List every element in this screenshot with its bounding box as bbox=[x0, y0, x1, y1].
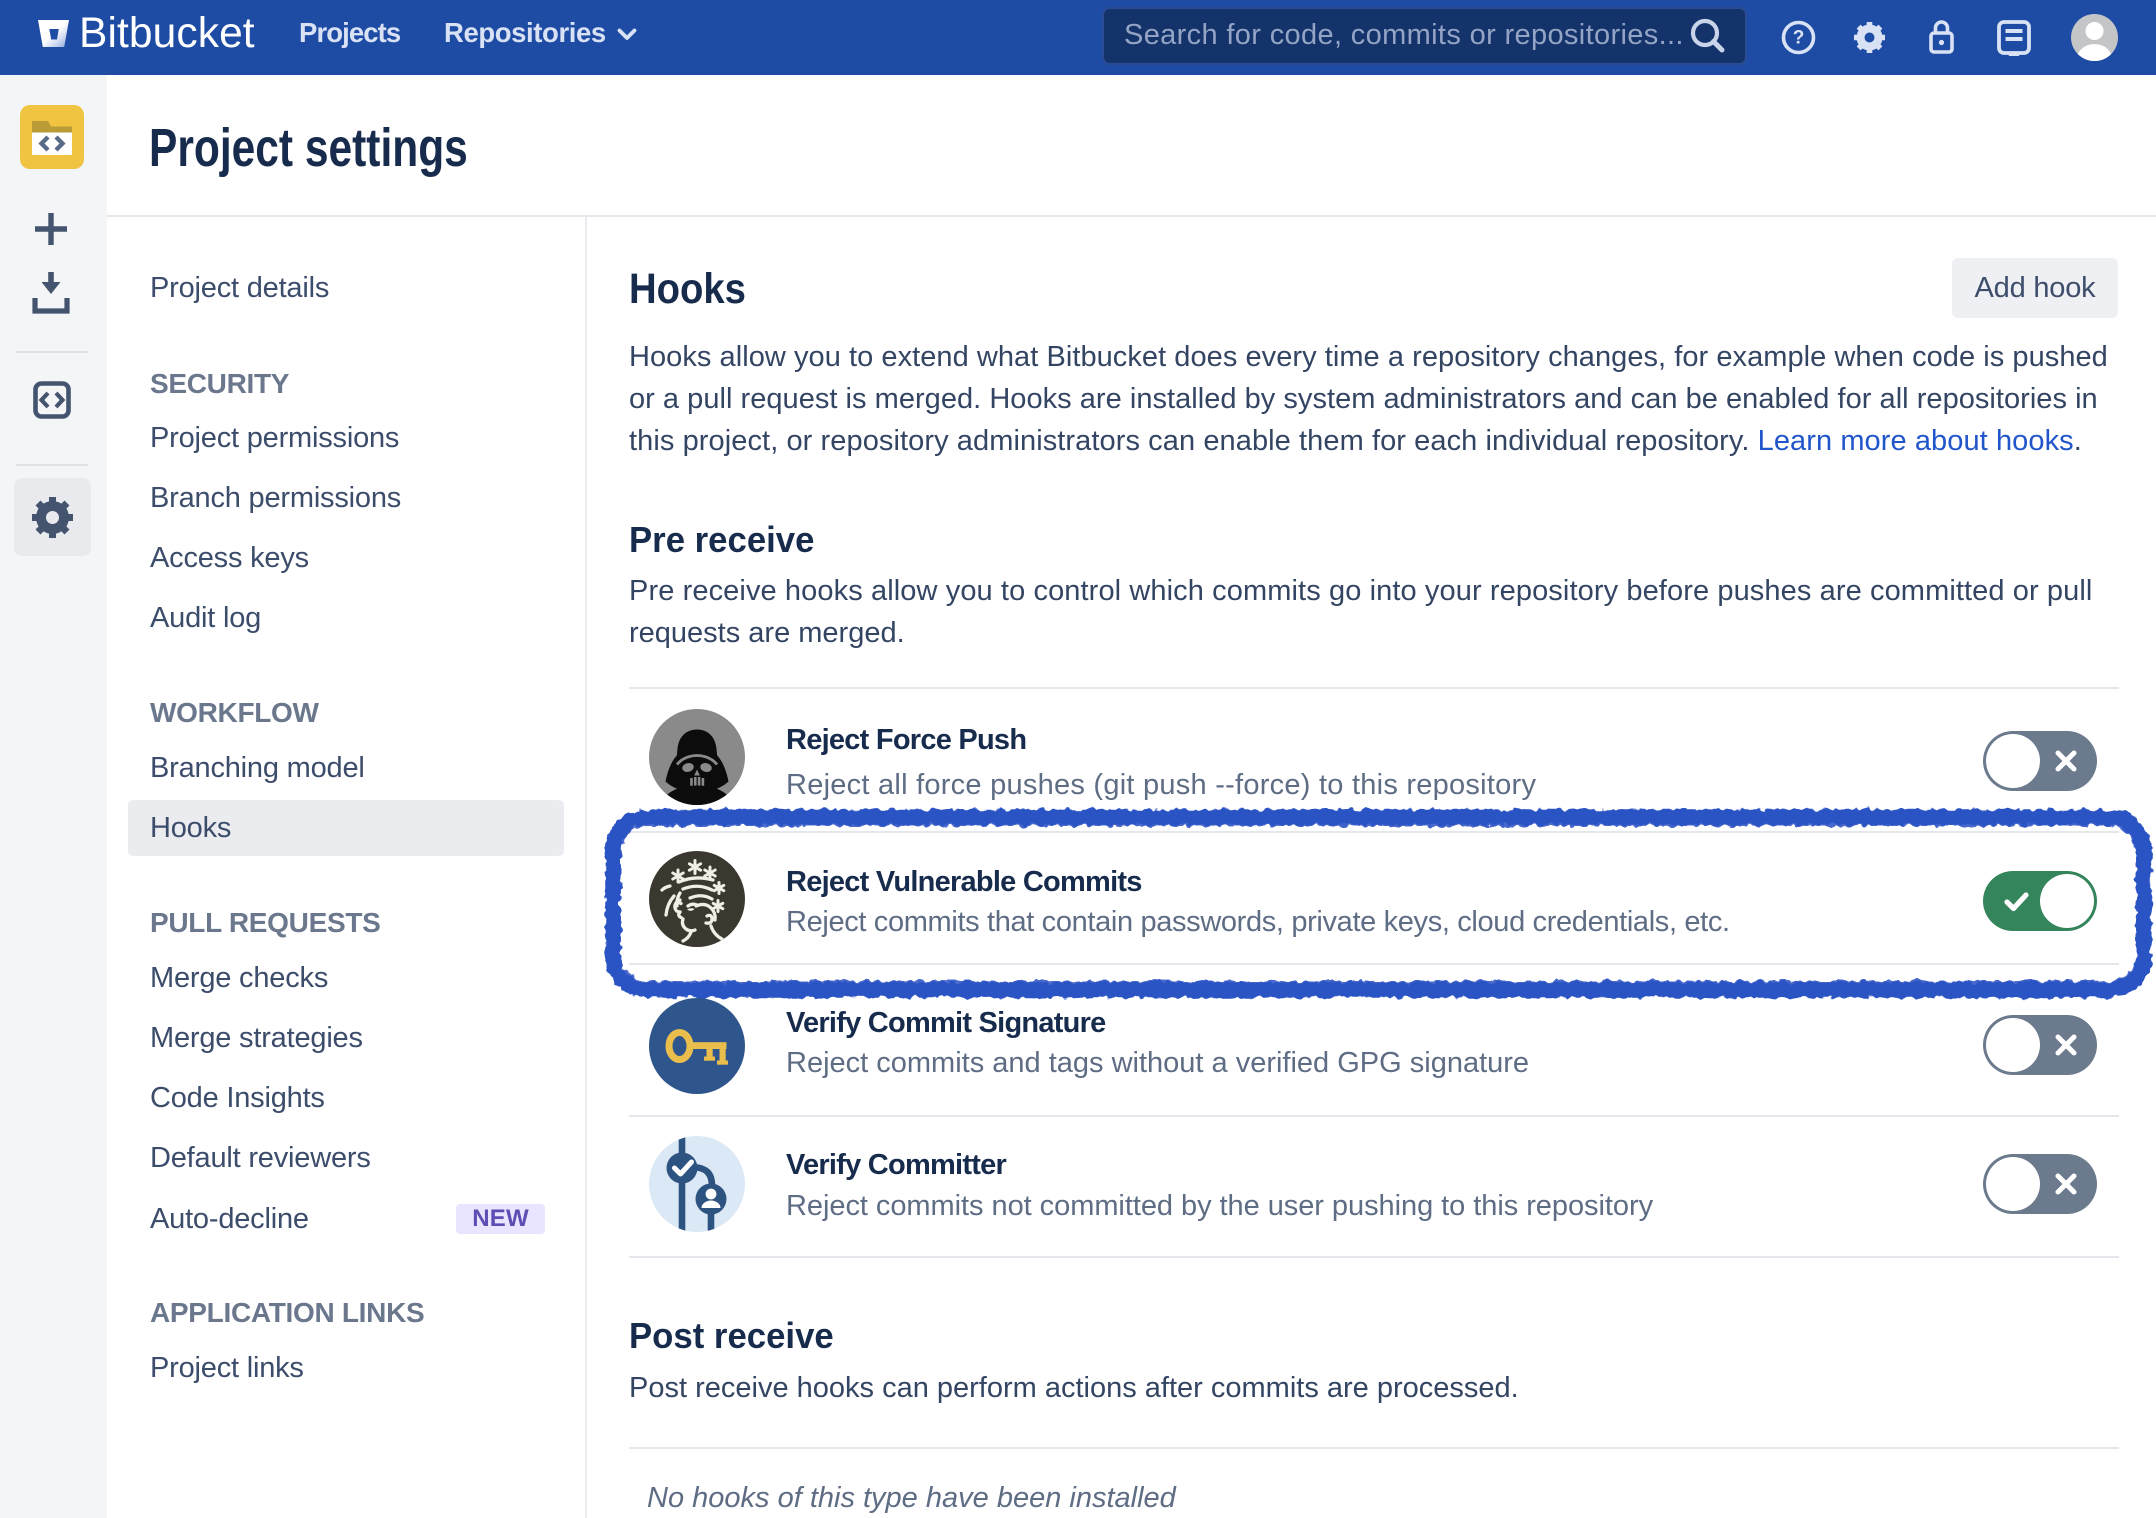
svg-text:?: ? bbox=[1793, 28, 1805, 49]
